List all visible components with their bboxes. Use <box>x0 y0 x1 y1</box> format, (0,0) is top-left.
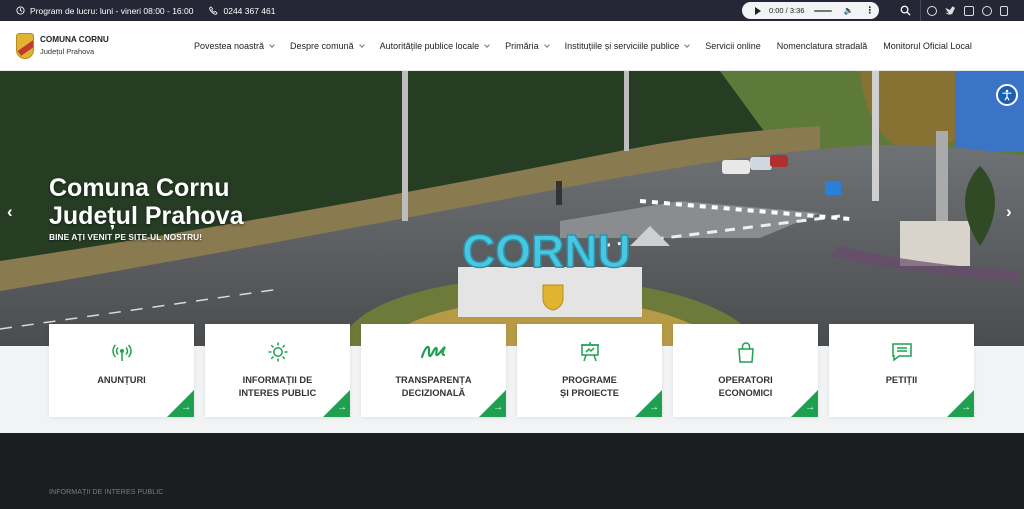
chevron-down-icon <box>484 41 490 48</box>
cornu-sign-text: CORNU <box>462 225 631 277</box>
audio-player[interactable]: 0:00 / 3:36 🔈 ⋮ <box>742 2 879 19</box>
site-logo[interactable]: COMUNA CORNU Județul Prahova <box>16 32 109 59</box>
signature-icon <box>361 341 506 363</box>
card-label-line2: ȘI PROIECTE <box>560 388 619 398</box>
menu-item-nomenclatura-stradala[interactable]: Nomenclatura stradală <box>777 41 868 51</box>
menu-item-label: Monitorul Oficial Local <box>883 41 972 51</box>
menu-item-label: Autoritățile publice locale <box>379 41 480 51</box>
volume-icon[interactable]: 🔈 <box>843 6 853 15</box>
site-name: COMUNA CORNU <box>40 35 109 44</box>
slider-prev-arrow-icon[interactable]: ‹ <box>7 202 13 222</box>
top-bar: Program de lucru: luni - vineri 08:00 - … <box>0 0 1024 21</box>
card-label: PETIȚII <box>885 375 918 385</box>
menu-item-servicii-online[interactable]: Servicii online <box>705 41 761 51</box>
card-label-line1: OPERATORI <box>718 375 773 385</box>
menu-item-label: Nomenclatura stradală <box>776 41 868 51</box>
chevron-down-icon <box>684 41 691 48</box>
schedule-info: Program de lucru: luni - vineri 08:00 - … <box>16 6 193 16</box>
menu-item-institutii-servicii[interactable]: Instituțiile și serviciile publice <box>564 41 691 51</box>
main-menu: Povestea noastră Despre comună Autorităț… <box>194 21 988 71</box>
card-label: ANUNȚURI <box>97 375 146 385</box>
hero-title-line1: Comuna Cornu <box>49 174 230 202</box>
card-label-line1: INFORMAȚII DE <box>242 375 313 385</box>
arrow-right-icon[interactable] <box>167 390 194 417</box>
hero-subtitle: BINE AȚI VENIT PE SITE-UL NOSTRU! <box>49 232 203 242</box>
slider-next-arrow-icon[interactable]: › <box>1006 202 1012 222</box>
section-label: INFORMAȚII DE INTERES PUBLIC <box>49 489 164 496</box>
globe-icon[interactable] <box>982 5 992 16</box>
card-label-line2: INTERES PUBLIC <box>238 388 317 398</box>
phone-number[interactable]: 0244 367 461 <box>223 6 275 16</box>
menu-item-label: Servicii online <box>705 41 761 51</box>
menu-item-monitorul-oficial[interactable]: Monitorul Oficial Local <box>883 41 972 51</box>
instagram-icon[interactable] <box>964 5 974 16</box>
search-button[interactable] <box>891 0 921 21</box>
menu-item-primaria[interactable]: Primăria <box>505 41 550 51</box>
menu-item-label: Povestea noastră <box>194 41 265 51</box>
menu-item-povestea-noastra[interactable]: Povestea noastră <box>194 41 275 51</box>
broadcast-icon <box>49 341 194 363</box>
accessibility-icon <box>1002 89 1012 101</box>
menu-item-autoritati-publice[interactable]: Autoritățile publice locale <box>380 41 490 51</box>
public-info-section: INFORMAȚII DE INTERES PUBLIC <box>0 433 1024 509</box>
audio-progress-bar[interactable] <box>814 9 833 12</box>
menu-item-label: Instituțiile și serviciile publice <box>564 41 680 51</box>
card-anunturi[interactable]: ANUNȚURI <box>49 324 194 417</box>
message-icon <box>829 341 974 363</box>
card-label-line1: PROGRAME <box>562 375 617 385</box>
menu-item-despre-comuna[interactable]: Despre comună <box>290 41 365 51</box>
site-county: Județul Prahova <box>40 47 95 56</box>
main-header: COMUNA CORNU Județul Prahova Povestea no… <box>0 21 1024 71</box>
clock-icon <box>16 6 25 15</box>
arrow-right-icon[interactable] <box>947 390 974 417</box>
twitter-icon[interactable] <box>945 6 956 15</box>
presentation-board-icon <box>517 341 662 363</box>
phone-icon <box>209 6 219 15</box>
social-links <box>927 5 1008 16</box>
chevron-down-icon <box>543 41 550 48</box>
card-operatori-economici[interactable]: OPERATORI ECONOMICI <box>673 324 818 417</box>
accessibility-button[interactable] <box>996 84 1018 106</box>
audio-time: 0:00 / 3:36 <box>769 6 805 15</box>
card-transparenta-decizionala[interactable]: TRANSPARENȚA DECIZIONALĂ <box>361 324 506 417</box>
more-options-icon[interactable]: ⋮ <box>865 5 874 16</box>
quick-access-cards: ANUNȚURI INFORMAȚII DE INTERES PUBLIC TRA… <box>0 324 1024 417</box>
hero-title-line2: Județul Prahova <box>49 202 244 230</box>
search-icon <box>900 5 911 16</box>
hero-slider: CORNU Comuna Cornu Județul Prahova BINE … <box>0 71 1024 346</box>
card-label-line2: DECIZIONALĂ <box>401 388 466 398</box>
coat-of-arms-icon <box>16 32 34 59</box>
chevron-down-icon <box>269 41 275 48</box>
card-label-line2: ECONOMICI <box>718 388 773 398</box>
menu-item-label: Primăria <box>505 41 539 51</box>
play-icon[interactable] <box>755 6 761 15</box>
phone-info[interactable]: 0244 367 461 <box>209 6 275 16</box>
shopping-bag-icon <box>673 341 818 363</box>
hero-title: Comuna Cornu Județul Prahova <box>49 174 244 230</box>
bookmark-icon[interactable] <box>1000 5 1008 16</box>
menu-item-label: Despre comună <box>290 41 354 51</box>
sun-icon <box>205 341 350 363</box>
chevron-down-icon <box>358 41 365 48</box>
card-programe-proiecte[interactable]: PROGRAME ȘI PROIECTE <box>517 324 662 417</box>
card-label-line1: TRANSPARENȚA <box>395 375 472 385</box>
facebook-icon[interactable] <box>927 5 937 16</box>
card-informatii-interes-public[interactable]: INFORMAȚII DE INTERES PUBLIC <box>205 324 350 417</box>
card-petitii[interactable]: PETIȚII <box>829 324 974 417</box>
schedule-text: Program de lucru: luni - vineri 08:00 - … <box>30 5 194 16</box>
